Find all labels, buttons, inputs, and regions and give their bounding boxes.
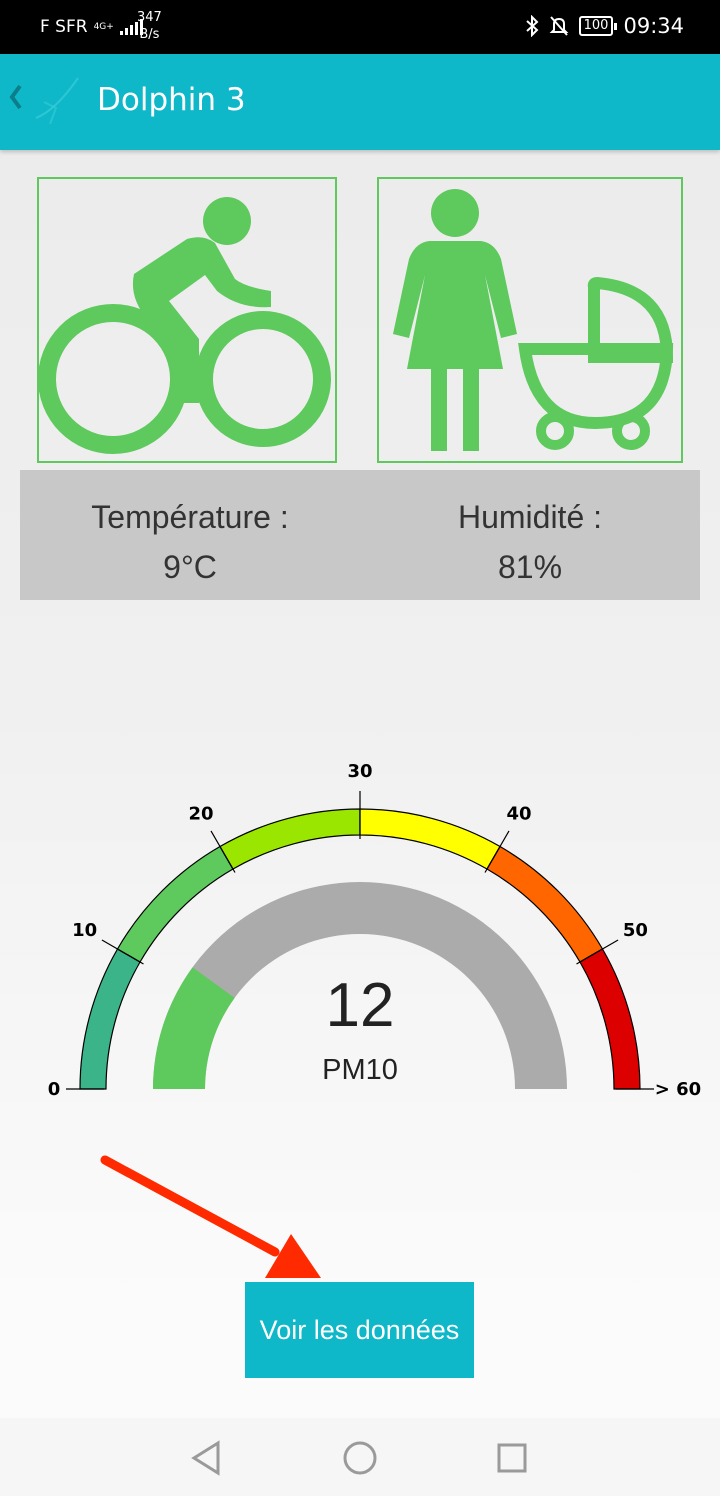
woman-with-stroller-icon [393, 189, 674, 451]
gauge-scale-label: 50 [623, 920, 648, 941]
back-button[interactable] [8, 82, 28, 120]
gauge-band [359, 808, 501, 870]
gauge-band [219, 808, 361, 870]
nav-back-icon[interactable] [190, 1440, 224, 1476]
tile-stroller[interactable] [377, 177, 683, 463]
gauge-scale-label: 20 [188, 804, 213, 825]
nav-home-icon[interactable] [342, 1440, 378, 1476]
status-bar: F SFR 4G+ 347 B/s 100 09:34 [0, 0, 720, 54]
view-data-button[interactable]: Voir les données [245, 1282, 474, 1378]
bluetooth-icon [525, 15, 539, 37]
clock: 09:34 [623, 14, 684, 38]
app-logo-icon [35, 77, 79, 125]
gauge-scale-label: 40 [506, 804, 531, 825]
battery-icon: 100 [578, 16, 618, 36]
tile-cycling[interactable] [37, 177, 337, 463]
status-left: F SFR 4G+ [40, 17, 143, 37]
network-speed: 347 B/s [137, 9, 162, 43]
page-title: Dolphin 3 [97, 82, 246, 118]
status-right: 100 09:34 [525, 14, 684, 38]
gauge-scale-label: 30 [347, 761, 372, 782]
temperature-block: Température : 9°C [20, 492, 360, 592]
navigation-bar [0, 1418, 720, 1496]
humidity-block: Humidité : 81% [360, 492, 700, 592]
conditions-panel: Température : 9°C Humidité : 81% [20, 470, 700, 600]
bell-muted-icon [549, 16, 569, 36]
carrier-label: F SFR [40, 17, 88, 37]
humidity-value: 81% [497, 549, 563, 585]
app-bar: Dolphin 3 [0, 54, 720, 150]
arrow-annotation-icon [100, 1155, 321, 1278]
nav-recents-icon[interactable] [496, 1440, 528, 1476]
gauge-value: 12 [325, 971, 395, 1040]
gauge-band [579, 948, 641, 1090]
gauge-scale-label: > 60 [655, 1079, 701, 1100]
speed-value: 347 [137, 10, 162, 25]
gauge-band [79, 948, 141, 1090]
gauge-scale-label: 0 [48, 1079, 61, 1100]
humidity-label: Humidité : [457, 499, 603, 535]
speed-unit: B/s [139, 27, 160, 42]
cyclist-icon [39, 197, 331, 454]
gauge-label: PM10 [322, 1054, 398, 1086]
chevron-left-icon [9, 84, 22, 110]
gauge-scale-label: 10 [72, 920, 97, 941]
temperature-label: Température : [91, 499, 289, 535]
network-type: 4G+ [93, 21, 114, 32]
temperature-value: 9°C [163, 549, 217, 585]
